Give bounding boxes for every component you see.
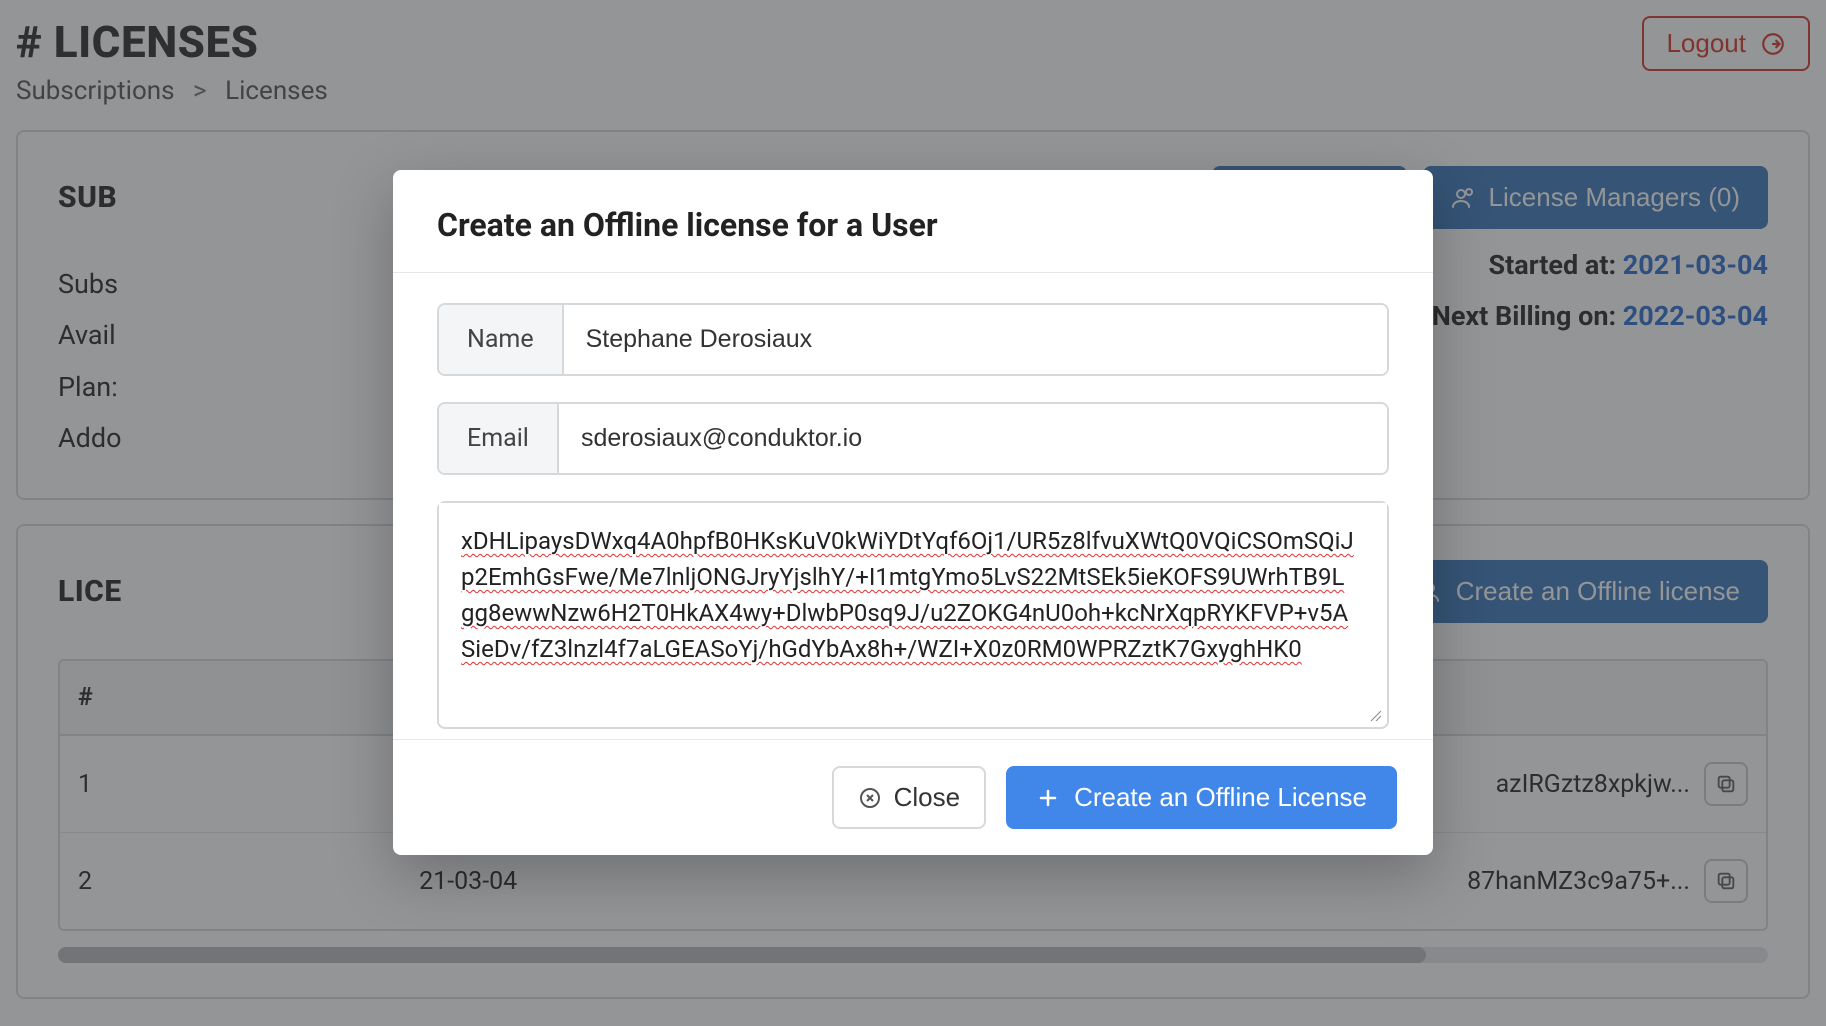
- modal-title: Create an Offline license for a User: [393, 170, 1433, 273]
- close-icon: [858, 786, 882, 810]
- modal-overlay[interactable]: Create an Offline license for a User Nam…: [0, 0, 1826, 1026]
- plus-icon: [1036, 786, 1060, 810]
- email-label: Email: [439, 404, 559, 473]
- name-input[interactable]: [564, 305, 1387, 374]
- name-label: Name: [439, 305, 564, 374]
- email-field-row: Email: [437, 402, 1389, 475]
- close-label: Close: [894, 782, 960, 813]
- create-license-button[interactable]: Create an Offline License: [1006, 766, 1397, 829]
- token-textarea-wrapper: [437, 501, 1389, 729]
- name-field-row: Name: [437, 303, 1389, 376]
- resize-handle-icon[interactable]: [1369, 709, 1383, 723]
- email-input[interactable]: [559, 404, 1387, 473]
- token-textarea[interactable]: [439, 503, 1387, 723]
- close-button[interactable]: Close: [832, 766, 986, 829]
- create-label: Create an Offline License: [1074, 782, 1367, 813]
- create-offline-license-modal: Create an Offline license for a User Nam…: [393, 170, 1433, 855]
